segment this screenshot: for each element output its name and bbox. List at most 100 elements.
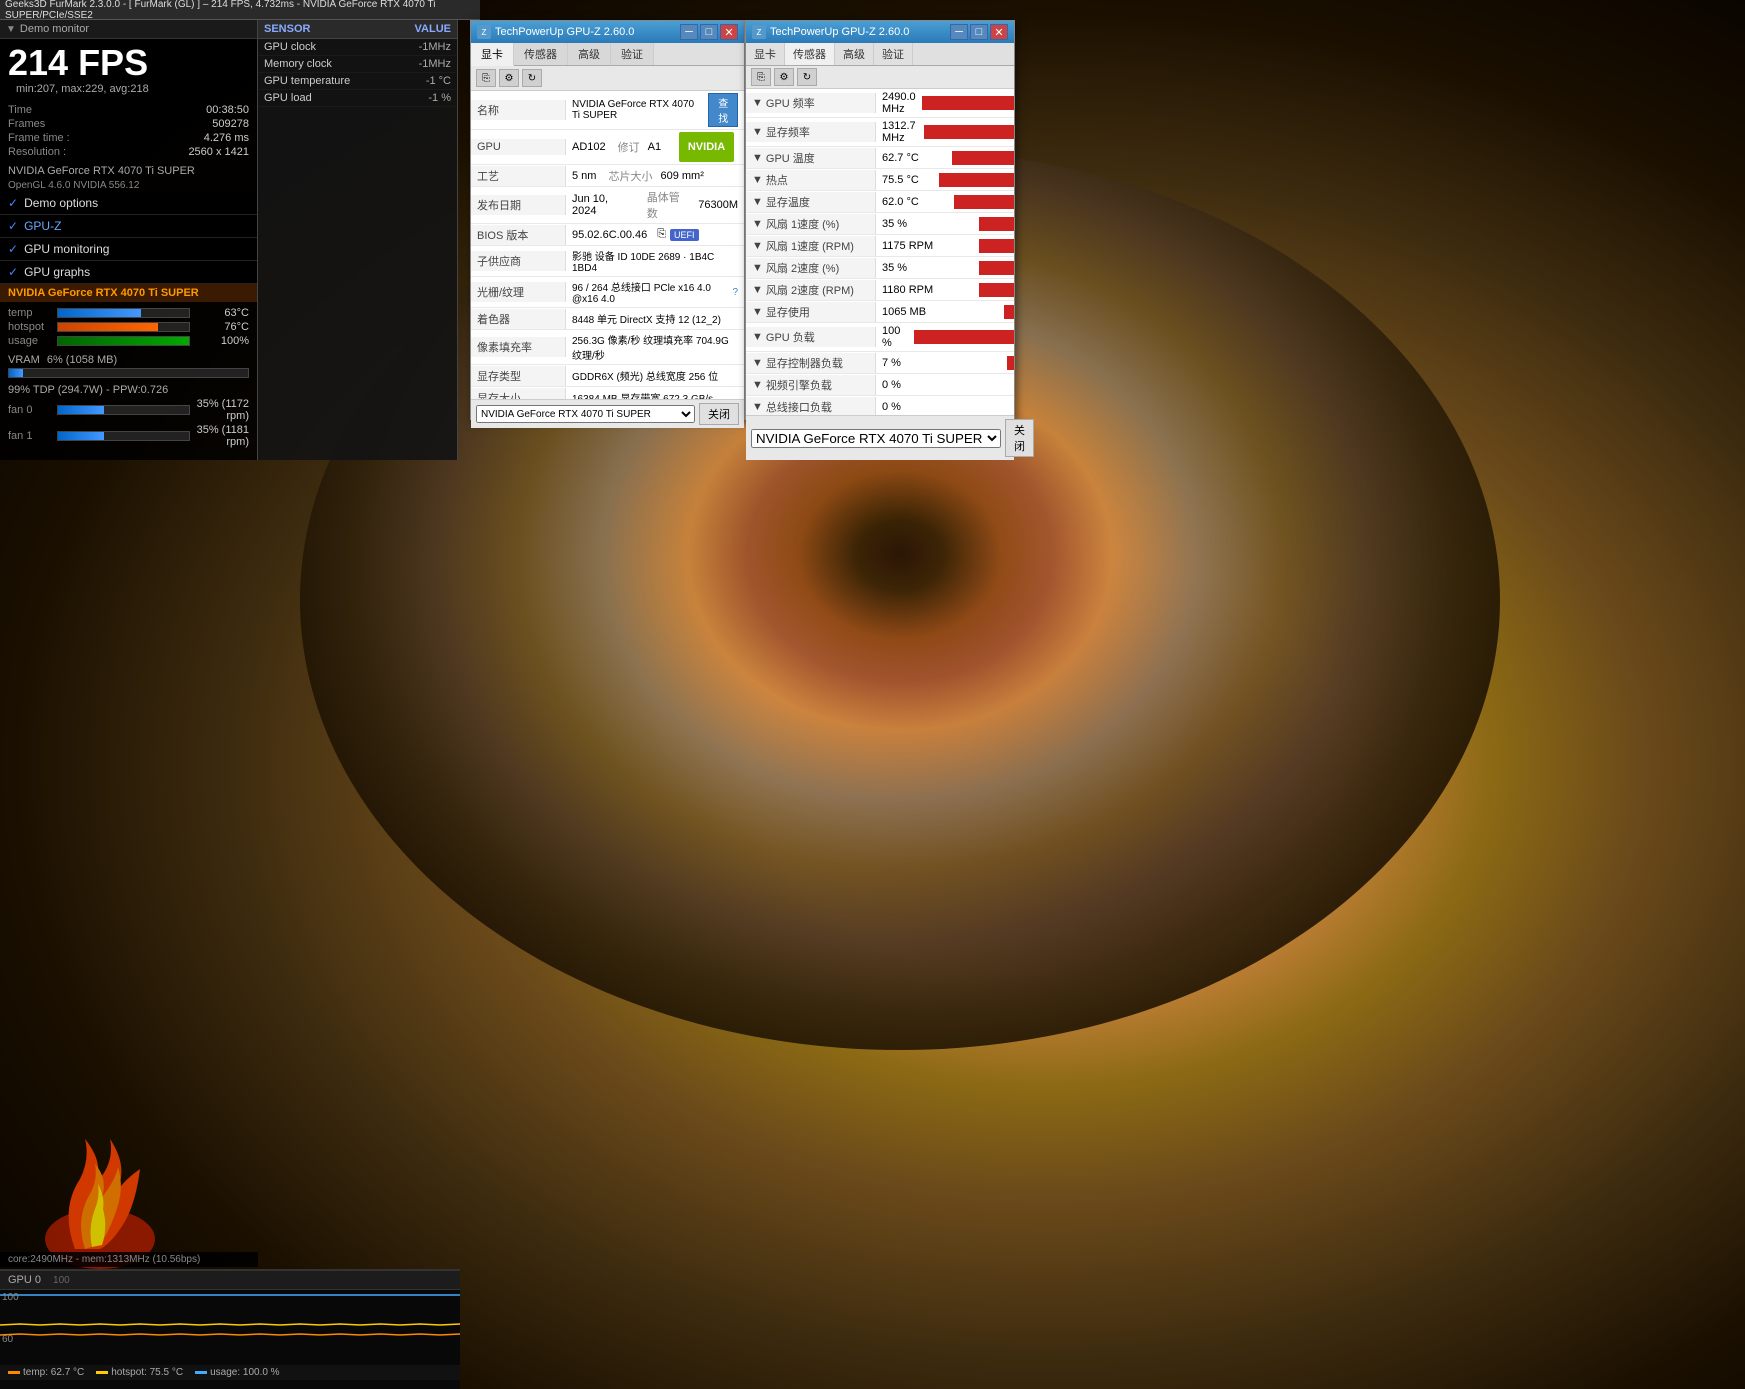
release-date: Jun 10, 2024 xyxy=(572,193,635,217)
gpuz2-controls[interactable]: ─ □ ✕ xyxy=(950,24,1008,40)
gpuz2-dropdown-fan2-pct[interactable]: ▼ xyxy=(752,262,763,274)
gpuz1-field-gpu: GPU xyxy=(471,139,566,155)
tab-传感器[interactable]: 传感器 xyxy=(514,43,568,65)
gpuz2-row-hotspot: ▼ 热点 75.5 °C xyxy=(746,169,1014,191)
gpuz2-tabs[interactable]: 显卡 传感器 高级 验证 xyxy=(746,43,1014,66)
left-panel-header[interactable]: ▼ Demo monitor xyxy=(0,20,257,39)
nav-gpu-graphs[interactable]: ✓ GPU graphs xyxy=(0,261,257,284)
gpuz2-settings-icon[interactable]: ⚙ xyxy=(774,68,794,86)
legend-usage-text: usage: 100.0 % xyxy=(210,1367,280,1378)
gpuz1-maximize[interactable]: □ xyxy=(700,24,718,40)
gpuz1-content: 名称 NVIDIA GeForce RTX 4070 Ti SUPER 查找 G… xyxy=(471,91,744,399)
gauge-section: temp 63°C hotspot 76°C usage 100% xyxy=(0,302,257,352)
sensor-row-gpu-load: GPU load -1 % xyxy=(258,90,457,107)
resolution-row: Resolution : 2560 x 1421 xyxy=(8,145,249,159)
sensor-row-gpu-clock: GPU clock -1MHz xyxy=(258,39,457,56)
sensor-row-gpu-temp: GPU temperature -1 °C xyxy=(258,73,457,90)
gpuz2-dropdown-mem-temp[interactable]: ▼ xyxy=(752,196,763,208)
bios-copy-icon[interactable]: ⎘ xyxy=(657,228,666,241)
toolbar-refresh-icon[interactable]: ↻ xyxy=(522,69,542,87)
gpuz1-close[interactable]: ✕ xyxy=(720,24,738,40)
gpuz1-tabs[interactable]: 显卡 传感器 高级 验证 xyxy=(471,43,744,66)
gpuz2-value-mem-temp: 62.0 °C xyxy=(876,194,954,210)
nav-gpuz[interactable]: ✓ GPU-Z xyxy=(0,215,257,238)
gpuz1-row-vendor: 子供应商 影驰 设备 ID 10DE 2689 · 1B4C 1BD4 xyxy=(471,246,744,277)
gpuz2-close-btn[interactable]: 关闭 xyxy=(1005,419,1034,457)
gpuz2-dropdown-mem-freq[interactable]: ▼ xyxy=(752,126,763,138)
gpu-resolution-info: NVIDIA GeForce RTX 4070 Ti SUPER xyxy=(0,163,257,179)
gpuz1-row-memtype: 显存类型 GDDR6X (频光) 总线宽度 256 位 xyxy=(471,365,744,387)
gpuz2-field-gpu-freq: ▼ GPU 频率 xyxy=(746,93,876,113)
sensor-panel: SENSOR VALUE GPU clock -1MHz Memory cloc… xyxy=(258,20,458,460)
usage-bar-container xyxy=(57,336,190,346)
fan1-label: fan 1 xyxy=(8,430,53,442)
gpuz2-bar-fan2-pct xyxy=(979,261,1014,275)
gpuz2-dropdown-fan1-rpm[interactable]: ▼ xyxy=(752,240,763,252)
tab-验证[interactable]: 验证 xyxy=(611,43,654,65)
gpuz2-tab-显卡[interactable]: 显卡 xyxy=(746,43,785,65)
gpuz2-dropdown-gpu-load[interactable]: ▼ xyxy=(752,331,763,343)
gpuz2-gpu-select[interactable]: NVIDIA GeForce RTX 4070 Ti SUPER xyxy=(751,429,1001,448)
gpuz2-label-fan2-rpm: 风扇 2速度 (RPM) xyxy=(766,282,854,298)
gpuz2-dropdown-vram[interactable]: ▼ xyxy=(752,306,763,318)
tab-高级[interactable]: 高级 xyxy=(568,43,611,65)
gpuz1-row-shaders: 着色器 8448 单元 DirectX 支持 12 (12_2) xyxy=(471,308,744,330)
toolbar-settings-icon[interactable]: ⚙ xyxy=(499,69,519,87)
gpuz2-close[interactable]: ✕ xyxy=(990,24,1008,40)
temp-bar-container xyxy=(57,308,190,318)
pcie-help-icon[interactable]: ? xyxy=(732,287,738,298)
gpuz2-field-video-engine: ▼ 视频引擎负载 xyxy=(746,375,876,395)
gpuz1-value-memsize: 16384 MB 显存带宽 672.3 GB/s xyxy=(566,388,744,399)
gpuz2-tab-验证[interactable]: 验证 xyxy=(874,43,913,65)
gpuz2-row-gpu-load: ▼ GPU 负载 100 % xyxy=(746,323,1014,352)
frames-label: Frames xyxy=(8,118,45,130)
gpuz1-minimize[interactable]: ─ xyxy=(680,24,698,40)
legend-temp: temp: 62.7 °C xyxy=(8,1367,84,1378)
gpuz2-tab-高级[interactable]: 高级 xyxy=(835,43,874,65)
gpuz2-row-mem-freq: ▼ 显存频率 1312.7 MHz xyxy=(746,118,1014,147)
gpu-name-highlight: NVIDIA GeForce RTX 4070 Ti SUPER xyxy=(0,284,257,302)
left-panel: ▼ Demo monitor 214 FPS min:207, max:229,… xyxy=(0,20,258,460)
sensor-mem-clock-value: -1MHz xyxy=(381,58,451,70)
temp-line xyxy=(0,1334,460,1335)
power-section: 99% TDP (294.7W) - PPW:0.726 fan 0 35% (… xyxy=(0,382,257,452)
gpuz1-close-btn[interactable]: 关闭 xyxy=(699,403,739,425)
gpuz2-field-vram: ▼ 显存使用 xyxy=(746,302,876,322)
time-label: Time xyxy=(8,104,32,116)
main-graph-area: 100 60 xyxy=(0,1290,460,1365)
gpuz2-copy-icon[interactable]: ⎘ xyxy=(751,68,771,86)
gpuz2-value-fan1-pct: 35 % xyxy=(876,216,979,232)
nav-gpu-monitoring[interactable]: ✓ GPU monitoring xyxy=(0,238,257,261)
gpuz2-dropdown-hotspot[interactable]: ▼ xyxy=(752,174,763,186)
gpuz2-bar-vram xyxy=(1004,305,1014,319)
gpuz2-dropdown-gpu-temp[interactable]: ▼ xyxy=(752,152,763,164)
gpuz1-field-shaders: 着色器 xyxy=(471,309,566,329)
gpuz2-dropdown-fan2-rpm[interactable]: ▼ xyxy=(752,284,763,296)
gpuz1-field-memsize: 显存大小 xyxy=(471,388,566,400)
gpuz1-controls[interactable]: ─ □ ✕ xyxy=(680,24,738,40)
gpuz2-dropdown-gpu-freq[interactable]: ▼ xyxy=(752,97,763,109)
sensor-gpu-load-label: GPU load xyxy=(264,92,381,104)
gpuz1-value-shaders: 8448 单元 DirectX 支持 12 (12_2) xyxy=(566,309,744,328)
gpuz2-dropdown-mem-ctrl[interactable]: ▼ xyxy=(752,357,763,369)
gpuz1-value-process: 5 nm 芯片大小 609 mm² xyxy=(566,166,744,186)
gpu-revision-label: 修订 xyxy=(618,139,640,155)
gpuz2-dropdown-bus-interface[interactable]: ▼ xyxy=(752,401,763,413)
gpuz1-query-btn[interactable]: 查找 xyxy=(708,93,738,127)
gpuz1-value-rops: 96 / 264 总线接口 PCle x16 4.0 @x16 4.0 ? xyxy=(566,277,744,307)
gpu-graph-label: GPU 0 xyxy=(8,1274,41,1286)
toolbar-copy-icon[interactable]: ⎘ xyxy=(476,69,496,87)
gpuz2-tab-传感器[interactable]: 传感器 xyxy=(785,43,835,65)
gpuz2-row-video-engine: ▼ 视频引擎负载 0 % xyxy=(746,374,1014,396)
gpuz2-minimize[interactable]: ─ xyxy=(950,24,968,40)
gpuz1-gpu-select[interactable]: NVIDIA GeForce RTX 4070 Ti SUPER xyxy=(476,405,695,423)
gpuz2-refresh-icon[interactable]: ↻ xyxy=(797,68,817,86)
die-size-value: 609 mm² xyxy=(660,170,703,182)
gpuz2-dropdown-video-engine[interactable]: ▼ xyxy=(752,379,763,391)
nav-demo-options[interactable]: ✓ Demo options xyxy=(0,192,257,215)
nav-demo-label: Demo options xyxy=(24,196,98,210)
frametime-row: Frame time : 4.276 ms xyxy=(8,131,249,145)
gpuz2-maximize[interactable]: □ xyxy=(970,24,988,40)
gpuz2-dropdown-fan1-pct[interactable]: ▼ xyxy=(752,218,763,230)
tab-显卡[interactable]: 显卡 xyxy=(471,43,514,66)
